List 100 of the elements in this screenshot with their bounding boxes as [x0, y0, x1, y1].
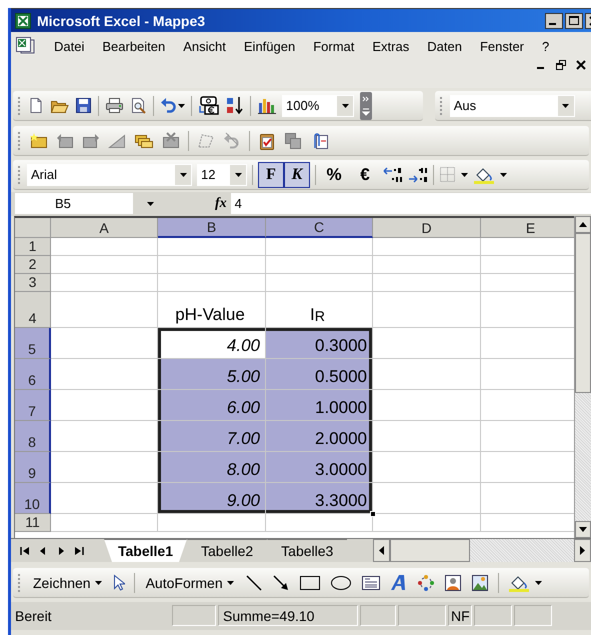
- table-cell[interactable]: 9.00: [158, 483, 266, 514]
- row-header[interactable]: 8: [15, 421, 51, 452]
- empty-cell[interactable]: [373, 238, 481, 256]
- caret-icon[interactable]: [342, 104, 348, 108]
- menu-item[interactable]: Fenster: [470, 36, 534, 57]
- minimize-button[interactable]: [545, 12, 563, 28]
- row-header[interactable]: 1: [15, 238, 51, 256]
- fill-handle[interactable]: [370, 511, 376, 517]
- empty-cell[interactable]: [373, 292, 481, 328]
- format-button[interactable]: %: [321, 162, 347, 188]
- table-cell[interactable]: 3.3000: [266, 483, 373, 514]
- table-cell[interactable]: 0.3000: [266, 328, 373, 359]
- column-header[interactable]: D: [373, 218, 481, 238]
- clipboard-icon[interactable]: [258, 132, 276, 150]
- next-sheet-icon[interactable]: [56, 546, 66, 556]
- table-cell[interactable]: 2.0000: [266, 421, 373, 452]
- row-header[interactable]: 10: [15, 483, 51, 514]
- caret-icon[interactable]: [180, 172, 186, 176]
- menu-item[interactable]: Datei: [45, 36, 94, 57]
- row-header[interactable]: 6: [15, 359, 51, 390]
- menu-item[interactable]: Format: [304, 36, 364, 57]
- folder-left-icon[interactable]: [56, 132, 74, 149]
- row-header[interactable]: 3: [15, 274, 51, 292]
- arrow-icon[interactable]: [272, 574, 290, 592]
- folders-icon[interactable]: [134, 132, 154, 149]
- column-header[interactable]: B: [158, 218, 266, 238]
- print-preview-icon[interactable]: [130, 97, 147, 114]
- dashed-shape-icon[interactable]: [197, 132, 215, 149]
- menu-item[interactable]: ?: [533, 36, 558, 57]
- row-header[interactable]: 7: [15, 390, 51, 421]
- scroll-down-button[interactable]: [575, 521, 591, 538]
- table-cell[interactable]: 4.00: [158, 328, 266, 359]
- caret-icon[interactable]: [534, 580, 542, 584]
- format-button[interactable]: F: [258, 162, 284, 188]
- caret-icon[interactable]: [226, 580, 234, 584]
- folder-right-icon[interactable]: [82, 132, 100, 149]
- wedge-icon[interactable]: [108, 132, 126, 149]
- caret-icon[interactable]: [500, 172, 507, 176]
- cursor-icon[interactable]: [112, 574, 125, 591]
- menu-item[interactable]: Daten: [418, 36, 471, 57]
- row-header[interactable]: 4: [15, 292, 51, 328]
- scrollbar-thumb[interactable]: [575, 233, 591, 393]
- restore-button[interactable]: [555, 59, 567, 71]
- last-sheet-icon[interactable]: [74, 546, 84, 556]
- new-document-icon[interactable]: [28, 97, 44, 114]
- fill-color-icon[interactable]: [473, 166, 495, 184]
- menu-item[interactable]: Extras: [363, 36, 418, 57]
- chart-icon[interactable]: [257, 97, 276, 114]
- menu-item[interactable]: Bearbeiten: [93, 36, 174, 57]
- line-icon[interactable]: [244, 574, 263, 592]
- format-button[interactable]: €: [352, 162, 378, 188]
- empty-cell[interactable]: [158, 274, 266, 292]
- disk-stack-icon[interactable]: [284, 132, 302, 149]
- close-button[interactable]: [575, 59, 587, 71]
- sort-icon[interactable]: [225, 96, 244, 115]
- undo-icon[interactable]: [160, 97, 177, 114]
- toolbar-options-icon[interactable]: [360, 92, 372, 120]
- empty-cell[interactable]: [373, 274, 481, 292]
- menu-item[interactable]: Einfügen: [234, 36, 304, 57]
- font-size-dropdown[interactable]: 12: [197, 164, 247, 186]
- toolbar-grip[interactable]: [17, 130, 22, 152]
- row-header[interactable]: 2: [15, 256, 51, 274]
- column-header[interactable]: E: [481, 218, 574, 238]
- toolbar-grip[interactable]: [17, 94, 22, 116]
- first-sheet-icon[interactable]: [20, 546, 30, 556]
- new-folder-icon[interactable]: [30, 132, 48, 149]
- scrollbar-thumb[interactable]: [390, 539, 470, 562]
- name-box[interactable]: B5: [15, 193, 133, 214]
- workbook-icon[interactable]: [15, 36, 35, 54]
- undo-icon[interactable]: [223, 132, 241, 149]
- clip-art-icon[interactable]: [444, 574, 462, 592]
- column-header[interactable]: C: [266, 218, 373, 238]
- table-cell[interactable]: 1.0000: [266, 390, 373, 421]
- empty-cell[interactable]: [266, 274, 373, 292]
- caret-icon[interactable]: [562, 104, 570, 108]
- toolbar-grip[interactable]: [17, 572, 22, 594]
- insert-function-button[interactable]: fx: [215, 196, 227, 212]
- borders-icon[interactable]: [439, 166, 456, 183]
- caret-icon[interactable]: [94, 580, 102, 584]
- empty-cell[interactable]: [266, 256, 373, 274]
- table-cell[interactable]: 0.5000: [266, 359, 373, 390]
- formula-field[interactable]: 4: [230, 193, 591, 214]
- diagram-icon[interactable]: [416, 574, 435, 592]
- menu-button[interactable]: Zeichnen: [31, 574, 104, 590]
- table-cell[interactable]: 3.0000: [266, 452, 373, 483]
- increase-decimal-icon[interactable]: [383, 166, 403, 184]
- picture-icon[interactable]: [470, 574, 489, 592]
- fill-color-icon[interactable]: [508, 574, 530, 592]
- table-cell[interactable]: 7.00: [158, 421, 266, 452]
- empty-cell[interactable]: [373, 256, 481, 274]
- empty-cell[interactable]: [266, 514, 373, 532]
- empty-cell[interactable]: [373, 514, 481, 532]
- row-header[interactable]: 11: [15, 514, 51, 532]
- menu-button[interactable]: AutoFormen: [144, 574, 236, 590]
- row-header[interactable]: 9: [15, 452, 51, 483]
- maximize-button[interactable]: [565, 12, 583, 28]
- empty-cell[interactable]: [158, 238, 266, 256]
- oval-icon[interactable]: [330, 574, 352, 592]
- caret-icon[interactable]: [461, 172, 468, 176]
- table-cell[interactable]: 5.00: [158, 359, 266, 390]
